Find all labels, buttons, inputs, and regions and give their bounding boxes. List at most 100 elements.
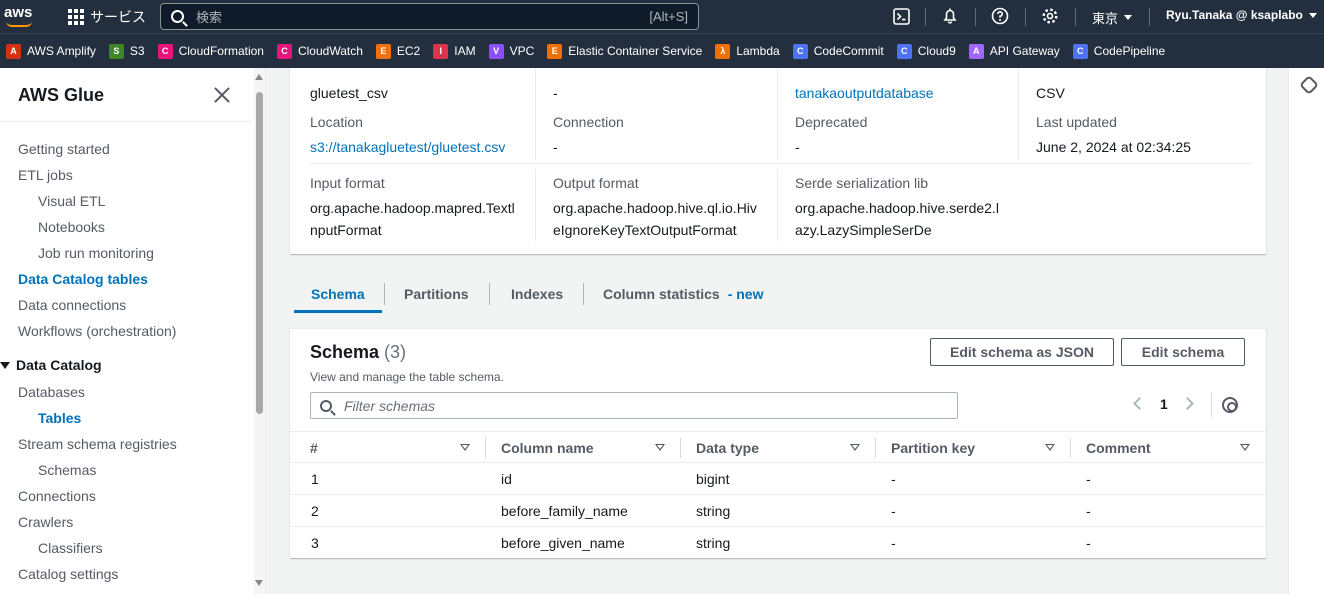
side-navigation: AWS Glue Getting started ETL jobs Visual…: [0, 68, 266, 594]
gear-icon[interactable]: [1041, 7, 1059, 25]
favorite-vpc[interactable]: V VPC: [488, 43, 535, 59]
table-preferences-gear-icon[interactable]: [1222, 397, 1238, 413]
favorite-label: Elastic Container Service: [568, 44, 703, 58]
vpc-icon: V: [488, 43, 504, 59]
cell-index: 1: [311, 471, 319, 487]
global-search-input[interactable]: 検索 [Alt+S]: [160, 3, 699, 30]
cell-comment: -: [1086, 471, 1091, 487]
detail-deprecated: Deprecated -: [795, 114, 867, 158]
sidebar-item-getting-started[interactable]: Getting started: [18, 141, 110, 157]
tab-divider: [384, 283, 385, 305]
cell-index: 3: [311, 535, 319, 551]
cell-comment: -: [1086, 535, 1091, 551]
cloud9-icon: C: [896, 43, 912, 59]
chevron-right-icon[interactable]: [1181, 397, 1194, 410]
column-header-comment[interactable]: Comment: [1086, 440, 1151, 456]
s3-icon: S: [108, 43, 124, 59]
sidebar-item-data-connections[interactable]: Data connections: [18, 297, 126, 313]
column-header-data-type[interactable]: Data type: [696, 440, 759, 456]
favorite-label: VPC: [509, 44, 535, 58]
favorite-cloud9[interactable]: C Cloud9: [896, 43, 956, 59]
sidebar-item-etl-jobs[interactable]: ETL jobs: [18, 167, 73, 183]
sort-icon[interactable]: [460, 444, 470, 451]
sidebar-item-classifiers[interactable]: Classifiers: [38, 540, 103, 556]
scrollbar-thumb[interactable]: [256, 92, 263, 414]
sort-icon[interactable]: [1240, 444, 1250, 451]
location-link[interactable]: s3://tanakagluetest/gluetest.csv: [310, 136, 505, 158]
favorite-cloudformation[interactable]: C CloudFormation: [157, 43, 264, 59]
detail-classification: CSV: [1036, 76, 1065, 104]
favorite-lambda[interactable]: λ Lambda: [715, 43, 780, 59]
scroll-down-icon[interactable]: [255, 580, 263, 586]
sidebar-item-databases[interactable]: Databases: [18, 384, 85, 400]
close-icon[interactable]: [213, 86, 231, 104]
favorite-codecommit[interactable]: C CodeCommit: [792, 43, 884, 59]
cell-data-type: bigint: [696, 471, 730, 487]
database-link[interactable]: tanakaoutputdatabase: [795, 82, 934, 104]
favorite-amplify[interactable]: A AWS Amplify: [6, 43, 96, 59]
column-resizer[interactable]: [485, 438, 486, 458]
top-navigation: aws サービス 検索 [Alt+S] 東京 Ryu.Tanaka @ ksap…: [0, 0, 1324, 33]
tools-panel-icon[interactable]: [1299, 75, 1319, 95]
account-menu[interactable]: Ryu.Tanaka @ ksaplabo: [1166, 8, 1317, 22]
scroll-up-icon[interactable]: [255, 74, 263, 80]
column-resizer[interactable]: [680, 438, 681, 458]
column-header-index[interactable]: #: [310, 440, 318, 456]
chevron-left-icon[interactable]: [1133, 397, 1146, 410]
column-resizer[interactable]: [875, 438, 876, 458]
favorite-label: Cloud9: [917, 44, 956, 58]
aws-logo[interactable]: aws: [4, 4, 38, 28]
sidebar-item-visual-etl[interactable]: Visual ETL: [38, 193, 105, 209]
favorite-cloudwatch[interactable]: C CloudWatch: [276, 43, 363, 59]
caret-down-icon: [1308, 12, 1317, 18]
caret-down-icon: [1124, 15, 1133, 20]
sidebar-title[interactable]: AWS Glue: [18, 85, 104, 106]
sidebar-item-tables[interactable]: Tables: [38, 410, 81, 426]
sort-icon[interactable]: [655, 444, 665, 451]
table-row: 2 before_family_name string - -: [290, 495, 1266, 527]
connection-label: Connection: [553, 114, 624, 130]
help-icon[interactable]: [991, 7, 1009, 25]
bell-icon[interactable]: [941, 7, 959, 25]
column-resizer[interactable]: [1070, 438, 1071, 458]
favorite-ecs[interactable]: E Elastic Container Service: [547, 43, 703, 59]
sidebar-item-job-run-monitoring[interactable]: Job run monitoring: [38, 245, 154, 261]
edit-schema-button[interactable]: Edit schema: [1121, 338, 1245, 366]
sidebar-item-workflows[interactable]: Workflows (orchestration): [18, 323, 176, 339]
current-page[interactable]: 1: [1160, 396, 1168, 412]
sidebar-item-stream-schema-registries[interactable]: Stream schema registries: [18, 436, 177, 452]
column-header-partition-key[interactable]: Partition key: [891, 440, 975, 456]
tab-indexes[interactable]: Indexes: [511, 286, 563, 302]
cell-partition-key: -: [891, 471, 896, 487]
sidebar-scrollbar[interactable]: [254, 68, 265, 594]
filter-schemas-input[interactable]: Filter schemas: [310, 392, 958, 419]
sidebar-item-schemas[interactable]: Schemas: [38, 462, 96, 478]
favorite-s3[interactable]: S S3: [108, 43, 145, 59]
tab-partitions[interactable]: Partitions: [404, 286, 469, 302]
column-header-column-name[interactable]: Column name: [501, 440, 594, 456]
sort-icon[interactable]: [1045, 444, 1055, 451]
sidebar-item-catalog-settings[interactable]: Catalog settings: [18, 566, 118, 582]
column-divider: [777, 169, 778, 241]
serde-line: org.apache.hadoop.hive.serde2.l: [795, 200, 999, 216]
favorite-label: CodeCommit: [813, 44, 884, 58]
sidebar-section-data-catalog[interactable]: Data Catalog: [0, 357, 102, 373]
region-selector[interactable]: 東京: [1092, 8, 1133, 27]
cloudshell-icon[interactable]: [892, 7, 910, 25]
tab-schema[interactable]: Schema: [311, 286, 365, 302]
sidebar-item-data-catalog-tables[interactable]: Data Catalog tables: [18, 271, 148, 287]
edit-schema-json-button[interactable]: Edit schema as JSON: [930, 338, 1114, 366]
aws-smile-icon: [6, 21, 32, 27]
favorite-iam[interactable]: I IAM: [433, 43, 476, 59]
services-menu-button[interactable]: サービス: [68, 7, 146, 27]
sidebar-item-crawlers[interactable]: Crawlers: [18, 514, 73, 530]
favorite-apigateway[interactable]: A API Gateway: [968, 43, 1060, 59]
favorite-codepipeline[interactable]: C CodePipeline: [1072, 43, 1165, 59]
tab-column-statistics[interactable]: Column statistics - new: [603, 286, 763, 302]
tab-divider: [489, 283, 490, 305]
favorite-label: Lambda: [736, 44, 780, 58]
sidebar-item-connections[interactable]: Connections: [18, 488, 96, 504]
sort-icon[interactable]: [850, 444, 860, 451]
sidebar-item-notebooks[interactable]: Notebooks: [38, 219, 105, 235]
favorite-ec2[interactable]: E EC2: [375, 43, 420, 59]
